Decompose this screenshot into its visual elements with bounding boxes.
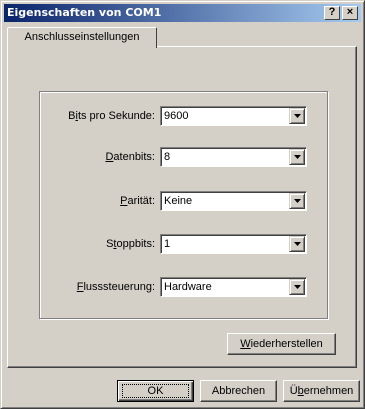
parity-value: Keine xyxy=(164,195,193,207)
chevron-down-icon[interactable] xyxy=(289,236,305,252)
close-icon: × xyxy=(346,6,354,18)
parity-select[interactable]: Keine xyxy=(160,191,307,211)
flow-control-label: Flusssteuerung: xyxy=(76,281,155,293)
focus-rectangle xyxy=(122,384,189,398)
data-bits-select[interactable]: 8 xyxy=(160,147,307,167)
bits-per-second-value: 9600 xyxy=(164,110,189,122)
window-title: Eigenschaften von COM1 xyxy=(7,6,162,19)
help-icon: ? xyxy=(328,6,336,18)
chevron-down-icon[interactable] xyxy=(289,108,305,124)
stop-bits-label: Stoppbits: xyxy=(106,238,155,250)
chevron-down-icon[interactable] xyxy=(289,279,305,295)
restore-defaults-button[interactable]: Wiederherstellen xyxy=(227,333,336,355)
help-button[interactable]: ? xyxy=(324,6,340,20)
apply-button[interactable]: Übernehmen xyxy=(283,380,360,402)
tab-anschlusseinstellungen[interactable]: Anschlusseinstellungen xyxy=(7,27,157,48)
tab-label: Anschlusseinstellungen xyxy=(24,31,140,43)
bits-per-second-select[interactable]: 9600 xyxy=(160,106,307,126)
chevron-down-icon[interactable] xyxy=(289,149,305,165)
cancel-button[interactable]: Abbrechen xyxy=(200,380,277,402)
stop-bits-select[interactable]: 1 xyxy=(160,234,307,254)
properties-dialog: Eigenschaften von COM1 ? × Anschlusseins… xyxy=(0,0,365,409)
flow-control-select[interactable]: Hardware xyxy=(160,277,307,297)
parity-label: Parität: xyxy=(120,195,155,207)
data-bits-label: Datenbits: xyxy=(105,151,155,163)
data-bits-value: 8 xyxy=(164,151,171,163)
flow-control-value: Hardware xyxy=(164,281,212,293)
chevron-down-icon[interactable] xyxy=(289,193,305,209)
ok-button[interactable]: OK xyxy=(117,380,194,402)
bits-per-second-label: Bits pro Sekunde: xyxy=(68,110,155,122)
close-button[interactable]: × xyxy=(342,6,358,20)
stop-bits-value: 1 xyxy=(164,238,171,250)
title-bar[interactable]: Eigenschaften von COM1 ? × xyxy=(4,4,361,22)
